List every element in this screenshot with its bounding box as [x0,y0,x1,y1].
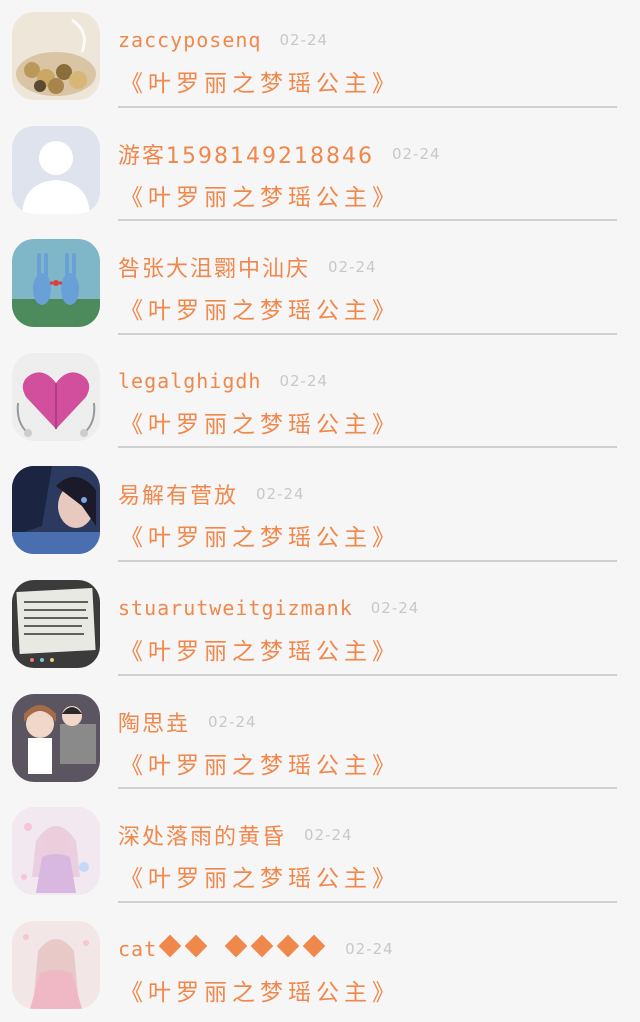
username[interactable]: legalghigdh [118,369,261,393]
list-item[interactable]: 咎张大沮翾中汕庆 02-24 《叶罗丽之梦瑶公主》 [0,227,640,341]
heart-earphones-icon [12,352,100,441]
avatar[interactable] [12,12,100,100]
unknown-glyph [224,934,248,958]
anime-girl-pink-icon [12,807,100,896]
comment-date: 02-24 [328,258,377,277]
list-item[interactable]: 易解有菅放 02-24 《叶罗丽之梦瑶公主》 [0,454,640,568]
divider [118,332,617,335]
comment-text: 《叶罗丽之梦瑶公主》 [120,298,400,325]
divider [118,219,617,222]
list-item[interactable]: 陶思垚 02-24 《叶罗丽之梦瑶公主》 [0,682,640,796]
notebook-icon [12,580,100,668]
username[interactable]: 游客1598149218846 [118,138,374,170]
username[interactable]: 易解有菅放 [118,478,238,510]
girl-blue-icon [12,466,100,555]
avatar[interactable] [12,693,100,782]
username[interactable]: 咎张大沮翾中汕庆 [118,251,310,283]
username[interactable]: cat [118,934,327,961]
username-text: cat [118,936,158,961]
comment-text: 《叶罗丽之梦瑶公主》 [120,979,400,1006]
comment-text: 《叶罗丽之梦瑶公主》 [120,71,400,97]
avatar[interactable] [12,920,100,1009]
divider [118,105,617,108]
list-item[interactable]: cat 02-24 《叶罗丽之梦瑶公主》 [0,909,640,1022]
divider [118,559,617,562]
divider [118,787,617,790]
comment-text: 《叶罗丽之梦瑶公主》 [120,866,400,893]
avatar[interactable] [12,580,100,668]
list-item[interactable]: zaccyposenq 02-24 《叶罗丽之梦瑶公主》 [0,0,640,114]
avatar[interactable] [12,352,100,441]
comment-text: 《叶罗丽之梦瑶公主》 [120,411,400,438]
divider [118,446,617,449]
list-item[interactable]: stuarutweitgizmank 02-24 《叶罗丽之梦瑶公主》 [0,568,640,682]
avatar[interactable] [12,125,100,214]
divider [118,673,617,676]
comment-date: 02-24 [279,371,329,390]
avatar[interactable] [12,466,100,555]
unknown-glyph [302,934,326,958]
divider [118,900,617,903]
anime-couple-icon [12,693,100,782]
comment-list: zaccyposenq 02-24 《叶罗丽之梦瑶公主》 游客159814921… [0,0,640,1015]
comment-date: 02-24 [391,144,441,163]
comment-date: 02-24 [370,599,420,617]
list-item[interactable]: 深处落雨的黄昏 02-24 《叶罗丽之梦瑶公主》 [0,795,640,909]
comment-date: 02-24 [345,939,394,958]
unknown-glyph [184,934,208,958]
username[interactable]: stuarutweitgizmank [118,596,353,620]
comment-text: 《叶罗丽之梦瑶公主》 [120,752,400,779]
username[interactable]: zaccyposenq [118,28,261,52]
comment-date: 02-24 [279,31,329,49]
default-user-icon [12,125,100,214]
avatar[interactable] [12,239,100,328]
comment-date: 02-24 [304,826,353,845]
comment-text: 《叶罗丽之梦瑶公主》 [120,639,400,665]
comment-date: 02-24 [256,485,305,504]
bunnies-icon [12,239,100,328]
avatar[interactable] [12,807,100,896]
unknown-glyph [250,934,274,958]
comment-text: 《叶罗丽之梦瑶公主》 [120,525,400,552]
unknown-glyph [158,934,182,958]
username[interactable]: 深处落雨的黄昏 [118,819,286,851]
username[interactable]: 陶思垚 [118,706,190,738]
coins-icon [12,12,100,100]
unknown-glyph [276,934,300,958]
list-item[interactable]: 游客1598149218846 02-24 《叶罗丽之梦瑶公主》 [0,114,640,228]
list-item[interactable]: legalghigdh 02-24 《叶罗丽之梦瑶公主》 [0,341,640,455]
anime-girl-light-icon [12,920,100,1009]
comment-date: 02-24 [208,712,257,731]
comment-text: 《叶罗丽之梦瑶公主》 [120,184,400,211]
